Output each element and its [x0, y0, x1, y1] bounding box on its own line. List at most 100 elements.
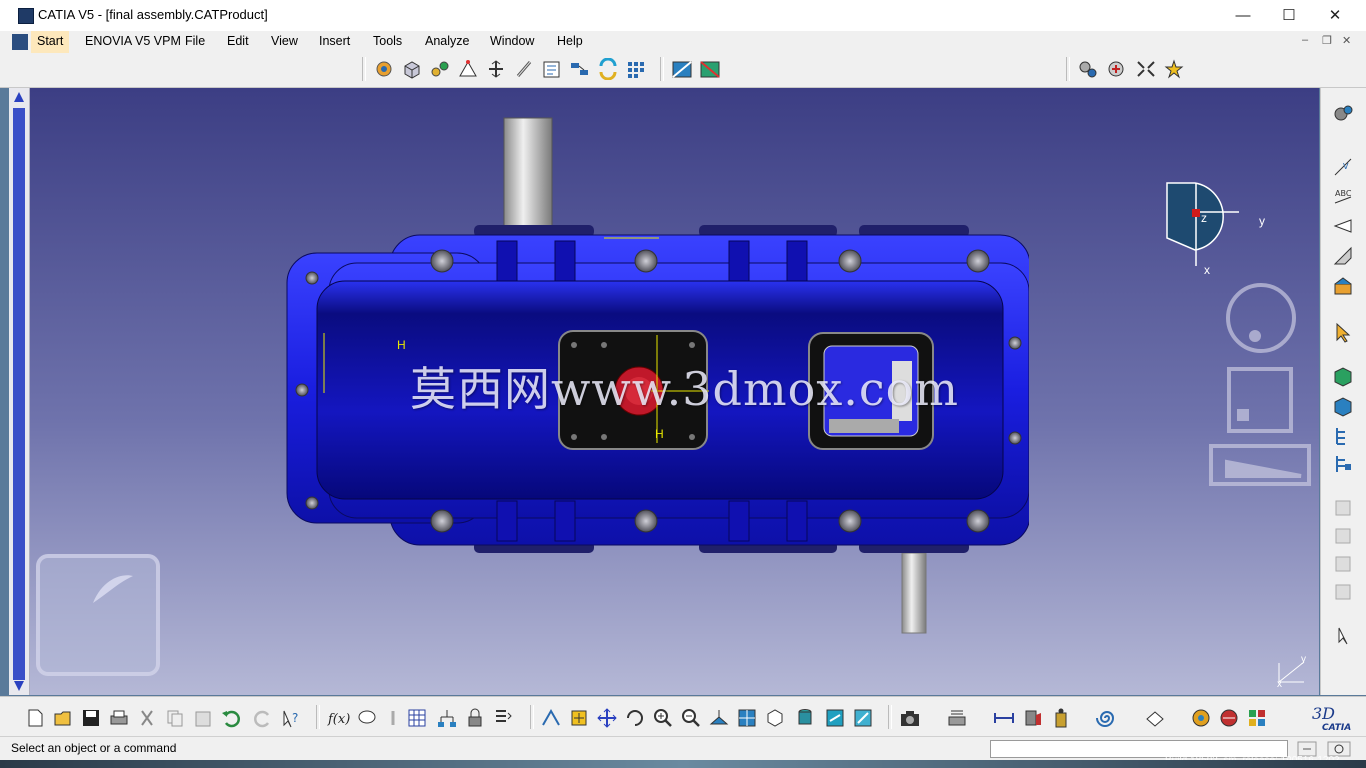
new-icon[interactable] — [24, 707, 46, 729]
iso-view-icon[interactable] — [764, 707, 786, 729]
menu-enovia[interactable]: ENOVIA V5 VPM — [79, 31, 187, 53]
menu-help[interactable]: Help — [551, 31, 589, 53]
menu-analyze[interactable]: Analyze — [419, 31, 475, 53]
paste-icon[interactable] — [192, 707, 214, 729]
tree-scroll-strip[interactable] — [9, 88, 30, 695]
doc-restore-button[interactable]: ❐ — [1322, 34, 1332, 47]
measure-between-icon[interactable] — [992, 707, 1016, 729]
snap-icon[interactable] — [456, 58, 480, 80]
normal-view-icon[interactable] — [708, 707, 730, 729]
catalog-icon[interactable] — [492, 707, 514, 729]
material-icon[interactable] — [1144, 707, 1166, 729]
texture-icon[interactable] — [1218, 707, 1240, 729]
catalog-browser-icon[interactable] — [1246, 707, 1268, 729]
section-icon[interactable] — [1022, 707, 1044, 729]
pan-icon[interactable] — [596, 707, 618, 729]
navigator-thumbnail[interactable] — [36, 554, 160, 676]
abc-text-icon[interactable]: ABC — [1331, 183, 1355, 207]
watermark-text: 莫西网www.3dmox.com — [410, 362, 959, 416]
zoom-out-icon[interactable] — [680, 707, 702, 729]
select-tool-icon[interactable] — [1331, 624, 1355, 648]
maximize-button[interactable]: ☐ — [1266, 0, 1312, 31]
close-button[interactable]: ✕ — [1312, 0, 1358, 31]
doc-close-button[interactable]: ✕ — [1342, 34, 1351, 47]
gear-icon[interactable] — [1331, 102, 1355, 126]
menu-file[interactable]: File — [179, 31, 211, 53]
undo-icon[interactable] — [220, 707, 242, 729]
tree-icon[interactable] — [436, 707, 458, 729]
multi-instantiate-icon[interactable] — [624, 58, 648, 80]
constraint-icon[interactable] — [512, 58, 536, 80]
menu-edit[interactable]: Edit — [221, 31, 255, 53]
catia-logo-icon[interactable] — [12, 34, 28, 50]
copy-icon[interactable] — [164, 707, 186, 729]
analysis-icon[interactable] — [946, 707, 968, 729]
sweep-icon[interactable] — [670, 58, 694, 80]
simulation-icon[interactable] — [1104, 58, 1128, 80]
formula-icon[interactable]: f(x) — [326, 707, 350, 729]
print-icon[interactable] — [108, 707, 130, 729]
reorder-icon[interactable] — [596, 58, 620, 80]
menu-start[interactable]: Start — [31, 31, 70, 53]
zoom-in-icon[interactable] — [652, 707, 674, 729]
annotation-plane-icon[interactable] — [1331, 244, 1355, 268]
product-icon[interactable] — [372, 58, 396, 80]
lock-icon[interactable] — [464, 707, 486, 729]
menu-window[interactable]: Window — [484, 31, 540, 53]
menu-view[interactable]: View — [265, 31, 304, 53]
view-widgets[interactable] — [1207, 281, 1317, 491]
menu-tools[interactable]: Tools — [367, 31, 408, 53]
whats-this-icon[interactable]: ? — [280, 707, 302, 729]
tree-collapse-icon[interactable] — [1331, 452, 1355, 476]
spiral-icon[interactable] — [1096, 707, 1118, 729]
measure-icon[interactable] — [382, 707, 404, 729]
3d-viewport[interactable]: H H 莫西网www.3dmox.com z y x y x — [9, 88, 1319, 695]
existing-component-icon[interactable] — [428, 58, 452, 80]
svg-text:3D: 3D — [1312, 704, 1335, 723]
explode-icon[interactable] — [484, 58, 508, 80]
compass[interactable]: z y x — [1161, 178, 1271, 277]
fit-selection-icon[interactable] — [1134, 58, 1158, 80]
scroll-down-arrow-icon[interactable] — [12, 679, 26, 693]
menu-insert[interactable]: Insert — [313, 31, 356, 53]
render-icon[interactable] — [1190, 707, 1212, 729]
tree-expand-icon[interactable] — [1331, 424, 1355, 448]
new-product-icon[interactable] — [1331, 394, 1355, 418]
comment-icon[interactable] — [356, 707, 378, 729]
right-toolbar: V ABC — [1320, 88, 1366, 695]
highlight-icon[interactable] — [1162, 58, 1186, 80]
select-arrow-icon[interactable] — [1331, 320, 1355, 344]
mechanism-icon[interactable] — [1076, 58, 1100, 80]
scroll-up-arrow-icon[interactable] — [12, 90, 26, 104]
redo-icon[interactable] — [252, 707, 274, 729]
toolbar-separator — [888, 705, 892, 729]
cut-icon[interactable] — [136, 707, 158, 729]
open-icon[interactable] — [52, 707, 74, 729]
flag-note-icon[interactable] — [1331, 214, 1355, 238]
scene-icon[interactable] — [568, 58, 592, 80]
swap-space-icon[interactable] — [852, 707, 874, 729]
svg-text:ABC: ABC — [1335, 189, 1352, 198]
title-bar: CATIA V5 - [final assembly.CATProduct] —… — [0, 0, 1366, 32]
multi-view-icon[interactable] — [736, 707, 758, 729]
clash-icon[interactable] — [698, 58, 722, 80]
minimize-button[interactable]: — — [1220, 0, 1266, 31]
table-icon[interactable] — [406, 707, 428, 729]
scroll-track[interactable] — [13, 108, 25, 680]
text-with-leader-icon[interactable]: V — [1331, 155, 1355, 179]
fly-icon[interactable] — [540, 707, 562, 729]
catalog-icon[interactable] — [540, 58, 564, 80]
hide-show-icon[interactable] — [824, 707, 846, 729]
save-icon[interactable] — [80, 707, 102, 729]
compass-z-label: z — [1201, 211, 1207, 225]
capture-icon[interactable] — [898, 707, 922, 729]
3d-annotation-icon[interactable] — [1331, 274, 1355, 298]
rotate-icon[interactable] — [624, 707, 646, 729]
disabled-tool-icon — [1335, 584, 1351, 600]
part-icon[interactable] — [400, 58, 424, 80]
inertia-icon[interactable] — [1050, 707, 1072, 729]
shading-icon[interactable] — [794, 707, 816, 729]
fit-all-icon[interactable] — [568, 707, 590, 729]
new-component-icon[interactable] — [1331, 364, 1355, 388]
doc-minimize-button[interactable]: – — [1302, 34, 1308, 46]
